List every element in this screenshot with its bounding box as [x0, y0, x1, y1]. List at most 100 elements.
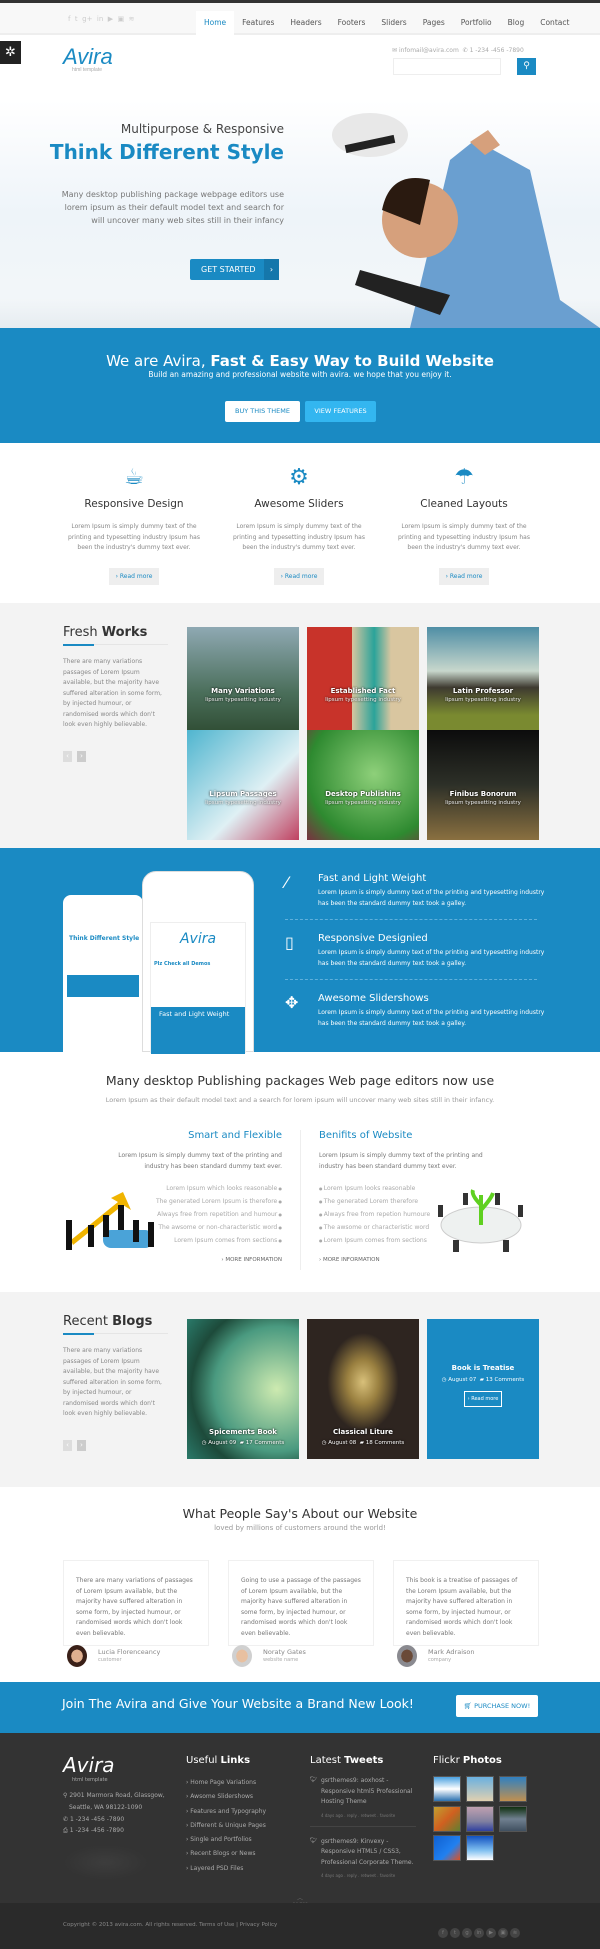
section-text: There are many variations passages of Lo…: [63, 658, 162, 728]
flickr-photo[interactable]: [499, 1776, 527, 1802]
twitter-icon[interactable]: t: [450, 1928, 460, 1938]
list-item-text: Always free from repetition and humour: [157, 1211, 278, 1218]
feature-text: Lorem Ipsum is simply dummy text of the …: [318, 949, 545, 967]
flickr-photo[interactable]: [433, 1806, 461, 1832]
purchase-label: PURCHASE NOW!: [474, 1702, 531, 1710]
facebook-icon[interactable]: f: [438, 1928, 448, 1938]
read-more-button[interactable]: › Read more: [464, 1391, 502, 1407]
section-text: There are many variations passages of Lo…: [63, 1347, 162, 1417]
purchase-now-button[interactable]: 🛒︎ PURCHASE NOW!: [456, 1695, 538, 1717]
footer-link[interactable]: › Home Page Variations: [186, 1776, 266, 1790]
nav-home[interactable]: Home: [196, 11, 235, 37]
youtube-icon[interactable]: ▶: [486, 1928, 496, 1938]
nav-pages[interactable]: Pages: [415, 11, 453, 37]
linkedin-icon[interactable]: in: [474, 1928, 484, 1938]
fresh-works-intro: Fresh Works There are many variations pa…: [63, 625, 168, 762]
tweet-text[interactable]: gsrthemes9: aoxhost - Responsive html5 P…: [321, 1776, 416, 1808]
style-switcher-gear-icon[interactable]: ✲: [0, 41, 21, 64]
flickr-photo[interactable]: [499, 1806, 527, 1832]
blog-tile[interactable]: Spicements Book ◷ August 09 ▰ 17 Comments: [187, 1319, 299, 1459]
prev-arrow-icon[interactable]: ‹: [63, 1439, 72, 1451]
main-nav: Home Features Headers Footers Sliders Pa…: [196, 11, 577, 37]
intro-band: We are Avira, Fast & Easy Way to Build W…: [0, 328, 600, 443]
rss-icon[interactable]: ≋: [129, 15, 135, 23]
nav-sliders[interactable]: Sliders: [373, 11, 414, 37]
view-features-button[interactable]: VIEW FEATURES: [305, 401, 376, 422]
work-tile[interactable]: Lipsum Passages Iipsum typesetting indust…: [187, 730, 299, 840]
next-arrow-icon[interactable]: ›: [77, 750, 86, 762]
youtube-icon[interactable]: ▶: [108, 15, 113, 23]
section-title: Fresh Works: [63, 625, 168, 640]
features-section: Think Different Style Avira Plz Check al…: [0, 848, 600, 1054]
nav-contact[interactable]: Contact: [532, 11, 577, 37]
phone-icon: ✆: [63, 1815, 70, 1823]
author-name: Noraty Gates: [263, 1648, 306, 1656]
service-title: Cleaned Layouts: [420, 498, 508, 510]
search-button[interactable]: ⚲: [517, 58, 536, 75]
recent-blogs-intro: Recent Blogs There are many variations p…: [63, 1314, 168, 1451]
author-role: website name: [263, 1657, 299, 1663]
work-tile[interactable]: Established Fact Iipsum typesetting indus…: [307, 627, 419, 737]
get-started-button[interactable]: GET STARTED ›: [190, 259, 279, 280]
footer-link[interactable]: › Single and Portfolios: [186, 1833, 266, 1847]
band-title-bold: Fast & Easy Way to Build Website: [210, 352, 494, 370]
work-tile[interactable]: Latin Professor Iipsum typesetting indust…: [427, 627, 539, 737]
flickr-photo[interactable]: [433, 1835, 461, 1861]
nav-blog[interactable]: Blog: [500, 11, 533, 37]
title-bold: Blogs: [112, 1314, 153, 1329]
blog-tile-active[interactable]: Book is Treatise ◷ August 07 ▰ 13 Comment…: [427, 1319, 539, 1459]
chevron-right-icon: ›: [264, 259, 279, 280]
twitter-icon[interactable]: t: [75, 15, 78, 23]
flickr-photo[interactable]: [433, 1776, 461, 1802]
rss-icon[interactable]: ≋: [510, 1928, 520, 1938]
list-item: Lorem Ipsum comes from sections ●: [110, 1234, 282, 1247]
work-tile[interactable]: Desktop Publishins Iipsum typesetting ind…: [307, 730, 419, 840]
flickr-photo[interactable]: [466, 1776, 494, 1802]
gear-icon: ⚙: [289, 465, 309, 490]
nav-features[interactable]: Features: [234, 11, 282, 37]
read-more-button[interactable]: › Read more: [108, 567, 160, 585]
google-plus-icon[interactable]: g+: [82, 15, 92, 23]
google-plus-icon[interactable]: g: [462, 1928, 472, 1938]
logo[interactable]: Avira html template: [63, 44, 113, 73]
footer-link[interactable]: › Different & Unique Pages: [186, 1819, 266, 1833]
publishing-subtitle: Lorem Ipsum as their default model text …: [105, 1096, 495, 1104]
email[interactable]: infomail@avira.com: [399, 47, 459, 54]
tweet-text[interactable]: gsrthemes9: Kinvexy - Responsive HTML5 /…: [321, 1837, 416, 1869]
blog-date: August 08: [328, 1440, 357, 1446]
work-sub: Iipsum typesetting industry: [205, 800, 281, 806]
nav-footers[interactable]: Footers: [330, 11, 374, 37]
read-more-button[interactable]: › Read more: [273, 567, 325, 585]
flickr-photo[interactable]: [466, 1806, 494, 1832]
next-arrow-icon[interactable]: ›: [77, 1439, 86, 1451]
facebook-icon[interactable]: f: [68, 15, 70, 23]
flickr-icon[interactable]: ▣: [498, 1928, 508, 1938]
search-input[interactable]: [393, 58, 501, 75]
tweet-meta: 4 days ago . reply . retweet . favorite: [321, 1873, 396, 1878]
prev-arrow-icon[interactable]: ‹: [63, 750, 72, 762]
read-more-button[interactable]: › Read more: [438, 567, 490, 585]
buy-theme-button[interactable]: BUY THIS THEME: [225, 401, 300, 422]
list-item-text: The generated Lorem Ipsum is therefore: [155, 1198, 278, 1205]
divider: [285, 919, 537, 920]
linkedin-icon[interactable]: in: [97, 15, 103, 23]
footer-logo[interactable]: Avira html template: [63, 1753, 115, 1783]
footer-link[interactable]: › Awsome Slidershows: [186, 1790, 266, 1804]
feature-text: Lorem Ipsum is simply dummy text of the …: [318, 1009, 545, 1027]
work-tile[interactable]: Many Variations Iipsum typesetting indust…: [187, 627, 299, 737]
nav-headers[interactable]: Headers: [282, 11, 329, 37]
list-item-text: Lorem Ipsum which looks reasonable: [166, 1185, 278, 1192]
footer-link[interactable]: › Layered PSD Files: [186, 1862, 266, 1876]
fax-icon: ⎙: [63, 1827, 70, 1835]
nav-portfolio[interactable]: Portfolio: [453, 11, 500, 37]
blog-meta: ◷ August 07 ▰ 13 Comments: [427, 1377, 539, 1383]
blog-tile[interactable]: Classical Liture ◷ August 08 ▰ 18 Comment…: [307, 1319, 419, 1459]
address-line1: 2901 Marmora Road, Glassgow,: [69, 1792, 165, 1799]
more-information-link[interactable]: › MORE INFORMATION: [110, 1257, 282, 1263]
flickr-icon[interactable]: ▣: [118, 15, 125, 23]
footer-link[interactable]: › Recent Blogs or News: [186, 1847, 266, 1861]
flickr-photo[interactable]: [466, 1835, 494, 1861]
footer-link[interactable]: › Features and Typography: [186, 1805, 266, 1819]
work-sub: Iipsum typesetting industry: [325, 697, 401, 703]
work-tile[interactable]: Finibus Bonorum Iipsum typesetting indust…: [427, 730, 539, 840]
